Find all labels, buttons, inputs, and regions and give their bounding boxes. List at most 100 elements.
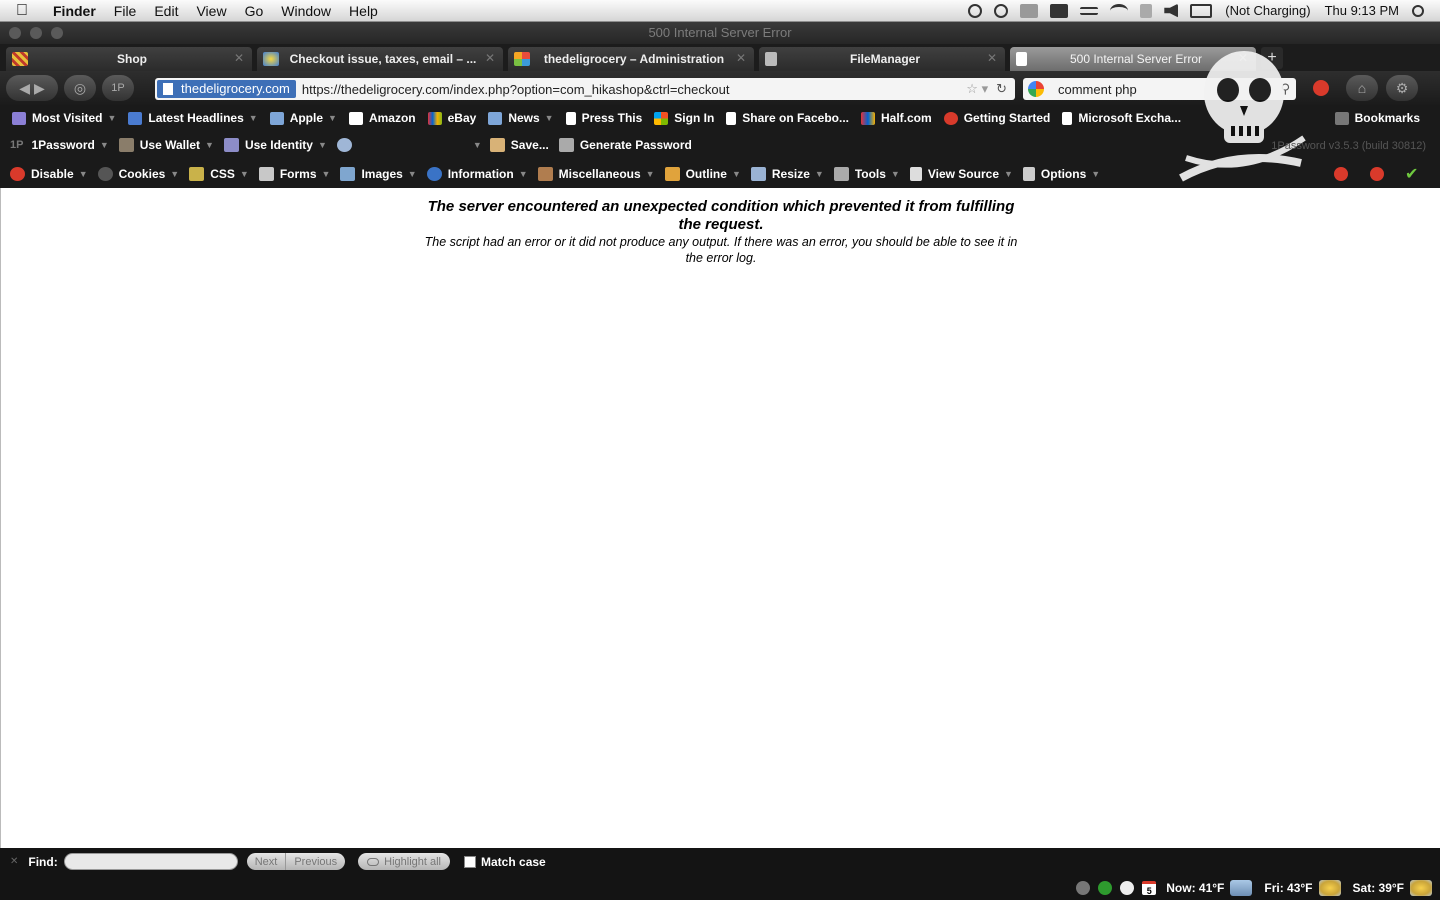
wifi-icon[interactable] [1110, 3, 1129, 18]
generate-password-button[interactable]: Generate Password [558, 138, 692, 152]
webdev-miscellaneous[interactable]: Miscellaneous ▼ [537, 166, 655, 181]
find-next-button[interactable]: Next [246, 853, 287, 870]
bookmark-star-icon[interactable]: ☆ ▾ [966, 81, 988, 97]
menu-help[interactable]: Help [340, 3, 387, 19]
tab-filemanager[interactable]: FileManager ✕ [759, 47, 1005, 71]
menu-window[interactable]: Window [272, 3, 340, 19]
settings-gear-icon[interactable]: ⚙ [1386, 75, 1418, 101]
close-window-icon[interactable] [9, 27, 21, 39]
new-tab-button[interactable]: + [1261, 47, 1283, 69]
dropdown-icon: ▼ [814, 168, 824, 179]
search-magnifier-icon[interactable]: ⚲ [1280, 81, 1290, 97]
time-machine-icon[interactable] [994, 3, 1009, 18]
bookmark-amazon[interactable]: Amazon [348, 111, 416, 125]
webdev-label: Information [447, 166, 514, 181]
webdev-label: Forms [279, 166, 317, 181]
spaces-icon[interactable] [1020, 3, 1039, 18]
bookmark-sign-in[interactable]: Sign In [654, 111, 714, 125]
menu-file[interactable]: File [105, 3, 146, 19]
bookmark-share-facebook[interactable]: Share on Facebo... [726, 111, 849, 125]
onepassword-menu[interactable]: 1P 1Password ▼ [10, 138, 109, 152]
webdev-tools[interactable]: Tools ▼ [833, 166, 900, 181]
memory-icon[interactable] [1050, 3, 1069, 18]
menu-go[interactable]: Go [236, 3, 273, 19]
validation-ok-icon[interactable]: ✔ [1405, 164, 1418, 184]
battery-icon[interactable] [1190, 3, 1213, 18]
use-identity-button[interactable]: Use Identity ▼ [223, 138, 327, 152]
bookmark-getting-started[interactable]: Getting Started [943, 111, 1050, 125]
webdev-disable[interactable]: Disable ▼ [10, 166, 88, 181]
url-bar[interactable]: thedeligrocery.com https://thedeligrocer… [155, 78, 1015, 100]
weather-friday[interactable]: Fri: 43°F [1264, 881, 1312, 895]
site-identity-button[interactable]: thedeligrocery.com [157, 80, 296, 98]
onepassword-toolbar-icon[interactable]: ◎ [64, 75, 96, 101]
minimize-window-icon[interactable] [30, 27, 42, 39]
use-wallet-button[interactable]: Use Wallet ▼ [118, 138, 214, 152]
sync-icon[interactable] [968, 3, 983, 18]
menu-app-name[interactable]: Finder [44, 3, 105, 19]
code-icon[interactable] [1080, 6, 1099, 15]
google-engine-icon[interactable] [1028, 81, 1044, 97]
login-selector[interactable] [336, 138, 358, 152]
close-tab-icon[interactable]: ✕ [987, 51, 997, 65]
ebay-icon [427, 111, 442, 125]
webdev-view-source[interactable]: View Source ▼ [909, 166, 1013, 181]
search-input[interactable]: comment php [1058, 82, 1280, 97]
tab-shop[interactable]: Shop ✕ [6, 47, 252, 71]
tab-administration[interactable]: thedeligrocery – Administration ✕ [508, 47, 754, 71]
match-case-checkbox[interactable] [464, 855, 477, 868]
zoom-window-icon[interactable] [51, 27, 63, 39]
search-bar[interactable]: comment php ⚲ [1023, 78, 1296, 100]
volume-icon[interactable] [1164, 3, 1179, 18]
bookmark-most-visited[interactable]: Most Visited ▼ [12, 111, 116, 125]
webdev-css[interactable]: CSS ▼ [189, 166, 249, 181]
highlight-all-button[interactable]: Highlight all [358, 853, 451, 870]
tab-checkout-issue[interactable]: Checkout issue, taxes, email – ... ✕ [257, 47, 503, 71]
power-status[interactable]: (Not Charging) [1218, 3, 1317, 18]
bookmark-news[interactable]: News ▼ [488, 111, 554, 125]
close-tab-icon[interactable]: ✕ [736, 51, 746, 65]
save-login-button[interactable]: ▼ Save... [468, 138, 549, 152]
webdev-cookies[interactable]: Cookies ▼ [97, 166, 179, 181]
apple-menu-icon[interactable]:  [0, 2, 44, 20]
close-find-icon[interactable]: ✕ [10, 856, 18, 867]
css-error-icon[interactable] [1334, 167, 1348, 181]
home-icon[interactable]: ⌂ [1346, 75, 1378, 101]
clock-status-icon[interactable] [1120, 880, 1135, 895]
webdev-information[interactable]: Information ▼ [426, 166, 528, 181]
url-text[interactable]: https://thedeligrocery.com/index.php?opt… [302, 82, 966, 97]
spotlight-search-icon[interactable] [1412, 4, 1424, 17]
bookmark-latest-headlines[interactable]: Latest Headlines ▼ [128, 111, 258, 125]
bookmark-press-this[interactable]: Press This [565, 111, 642, 125]
green-status-icon[interactable] [1098, 880, 1113, 895]
bookmark-microsoft-exchange[interactable]: Microsoft Excha... [1062, 111, 1181, 125]
menubar-clock[interactable]: Thu 9:13 PM [1318, 3, 1406, 18]
bookmark-ebay[interactable]: eBay [427, 111, 476, 125]
back-forward-button[interactable]: ◀ ▶ [6, 75, 58, 101]
calendar-icon[interactable]: 5 [1142, 880, 1157, 896]
webdev-resize[interactable]: Resize ▼ [750, 166, 824, 181]
close-tab-icon[interactable]: ✕ [485, 51, 495, 65]
onepassword-key-icon[interactable]: 1P [102, 75, 134, 101]
weather-now[interactable]: Now: 41°F [1166, 881, 1224, 895]
bookmark-apple[interactable]: Apple ▼ [269, 111, 337, 125]
find-previous-button[interactable]: Previous [286, 853, 346, 870]
pen-icon[interactable] [1140, 3, 1153, 18]
bookmark-half-com[interactable]: Half.com [861, 111, 932, 125]
close-tab-icon[interactable]: ✕ [234, 51, 244, 65]
menu-edit[interactable]: Edit [145, 3, 187, 19]
reload-icon[interactable]: ↻ [996, 81, 1007, 97]
bookmarks-menu[interactable]: Bookmarks [1334, 111, 1420, 125]
tab-500-error[interactable]: 500 Internal Server Error ✕ [1010, 47, 1256, 71]
webdev-options[interactable]: Options ▼ [1022, 166, 1100, 181]
find-input[interactable] [63, 853, 238, 870]
webdev-forms[interactable]: Forms ▼ [258, 166, 330, 181]
close-tab-icon[interactable]: ✕ [1238, 51, 1248, 65]
webdev-outline[interactable]: Outline ▼ [664, 166, 741, 181]
weather-saturday[interactable]: Sat: 39°F [1353, 881, 1404, 895]
addon-status-icon[interactable] [1076, 880, 1091, 895]
menu-view[interactable]: View [187, 3, 235, 19]
webdev-images[interactable]: Images ▼ [340, 166, 417, 181]
adblock-icon[interactable] [1313, 80, 1329, 96]
js-error-icon[interactable] [1370, 167, 1384, 181]
